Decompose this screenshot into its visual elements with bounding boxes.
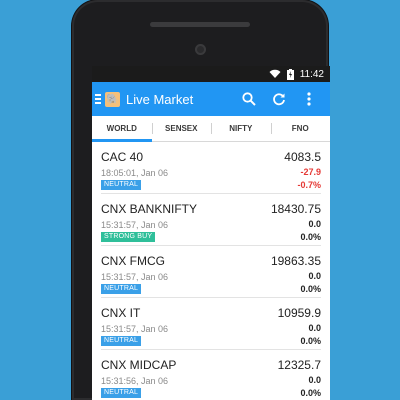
index-timestamp: 15:31:57, Jan 06	[101, 220, 169, 230]
index-change: 0.0	[308, 219, 321, 229]
index-name: CNX IT	[101, 306, 141, 320]
list-item[interactable]: CNX FMCG 19863.35 15:31:57, Jan 06 0.0 N…	[101, 246, 321, 298]
app-bar: 🐘 Live Market	[92, 82, 330, 116]
index-timestamp: 15:31:57, Jan 06	[101, 272, 169, 282]
market-list: CAC 40 4083.5 18:05:01, Jan 06 -27.9 NEU…	[92, 142, 330, 400]
index-price: 18430.75	[270, 202, 321, 216]
index-price: 19863.35	[270, 254, 321, 268]
index-timestamp: 15:31:57, Jan 06	[101, 324, 169, 334]
refresh-icon	[273, 93, 285, 106]
index-change-percent: 0.0%	[300, 336, 321, 346]
wifi-icon	[269, 69, 281, 79]
app-title: Live Market	[126, 91, 194, 107]
signal-badge: NEUTRAL	[101, 388, 142, 398]
battery-charging-icon	[286, 68, 294, 80]
market-tabs: WORLD SENSEX NIFTY FNO	[92, 116, 330, 142]
signal-badge: NEUTRAL	[101, 180, 142, 190]
more-vert-icon	[307, 92, 311, 106]
list-item[interactable]: CNX IT 10959.9 15:31:57, Jan 06 0.0 NEUT…	[101, 298, 321, 350]
index-change: -27.9	[300, 167, 321, 177]
index-name: CNX FMCG	[101, 254, 165, 268]
index-timestamp: 18:05:01, Jan 06	[101, 168, 169, 178]
index-timestamp: 15:31:56, Jan 06	[101, 376, 169, 386]
front-camera	[195, 44, 206, 55]
tab-fno[interactable]: FNO	[270, 116, 331, 141]
index-change-percent: 0.0%	[300, 388, 321, 398]
signal-badge: NEUTRAL	[101, 284, 142, 294]
refresh-button[interactable]	[264, 82, 294, 116]
index-price: 10959.9	[277, 306, 321, 320]
status-bar: 11:42	[92, 66, 330, 82]
drawer-toggle-icon[interactable]	[95, 92, 101, 106]
app-logo: 🐘	[105, 91, 120, 107]
tab-world[interactable]: WORLD	[92, 116, 152, 142]
earpiece	[150, 22, 250, 27]
index-name: CAC 40	[101, 150, 144, 164]
search-icon	[242, 92, 256, 106]
index-change-percent: 0.0%	[300, 284, 321, 294]
search-button[interactable]	[234, 82, 264, 116]
index-price: 12325.7	[277, 358, 321, 372]
index-change: 0.0	[308, 375, 321, 385]
signal-badge: STRONG BUY	[101, 232, 156, 242]
index-change-percent: 0.0%	[300, 232, 321, 242]
list-item[interactable]: CNX MIDCAP 12325.7 15:31:56, Jan 06 0.0 …	[101, 350, 321, 400]
signal-badge: NEUTRAL	[101, 336, 142, 346]
list-item[interactable]: CNX BANKNIFTY 18430.75 15:31:57, Jan 06 …	[101, 194, 321, 246]
index-name: CNX BANKNIFTY	[101, 202, 198, 216]
tab-sensex[interactable]: SENSEX	[151, 116, 212, 141]
index-change-percent: -0.7%	[297, 180, 321, 190]
index-name: CNX MIDCAP	[101, 358, 177, 372]
tab-nifty[interactable]: NIFTY	[211, 116, 271, 141]
more-options-button[interactable]	[294, 82, 324, 116]
index-price: 4083.5	[284, 150, 321, 164]
app-screen: 11:42 🐘 Live Market WORLD SENSEX NIFTY F…	[92, 66, 330, 400]
index-change: 0.0	[308, 323, 321, 333]
list-item[interactable]: CAC 40 4083.5 18:05:01, Jan 06 -27.9 NEU…	[101, 142, 321, 194]
index-change: 0.0	[308, 271, 321, 281]
status-time: 11:42	[299, 68, 324, 80]
